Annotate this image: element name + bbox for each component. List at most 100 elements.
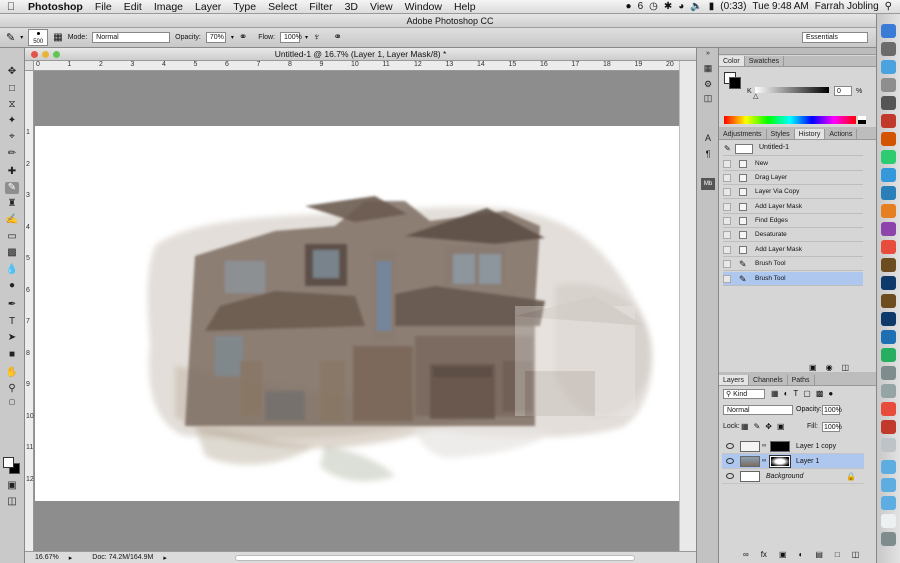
app-icon[interactable] — [881, 420, 896, 434]
system-icon[interactable] — [881, 78, 896, 92]
facetime-icon[interactable] — [881, 150, 896, 164]
menu-select[interactable]: Select — [262, 1, 303, 13]
vertical-ruler[interactable]: 1 2 3 4 5 6 7 8 9 10 11 12 — [25, 71, 34, 551]
color-panel-grip[interactable] — [719, 48, 876, 55]
lasso-tool-icon[interactable]: ⧖ — [5, 99, 19, 111]
layer-row[interactable]: ∞ Layer 1 copy — [722, 439, 864, 454]
k-value-field[interactable]: 0 — [834, 86, 852, 96]
link-layers-icon[interactable]: ∞ — [743, 550, 749, 559]
mini-bridge-strip-icon[interactable]: Mb — [701, 178, 715, 190]
folder-icon[interactable] — [881, 496, 896, 510]
notification-count[interactable]: 6 — [638, 1, 644, 12]
crop-tool-icon[interactable]: ⌖ — [5, 131, 19, 143]
flow-field[interactable]: 100% — [279, 32, 302, 43]
history-item-current[interactable]: ✎ Brush Tool — [723, 272, 863, 286]
bridge-icon[interactable] — [881, 294, 896, 308]
airbrush-icon[interactable]: ♆ — [313, 32, 321, 43]
lock-position-icon[interactable]: ✥ — [765, 422, 772, 431]
app-icon[interactable] — [881, 402, 896, 416]
firefox-icon[interactable] — [881, 204, 896, 218]
menu-file[interactable]: File — [89, 1, 118, 13]
doc-info[interactable]: Doc: 74.2M/164.9M — [92, 554, 153, 561]
menu-view[interactable]: View — [364, 1, 399, 13]
history-item[interactable]: Find Edges — [723, 214, 863, 228]
fill-field[interactable]: 100% — [822, 422, 842, 432]
tab-layers[interactable]: Layers — [719, 375, 750, 385]
quick-mask-icon[interactable]: ▣ — [5, 480, 19, 492]
messages-icon[interactable] — [881, 168, 896, 182]
hand-tool-icon[interactable]: ✋ — [5, 367, 19, 379]
minimize-window-button[interactable] — [42, 51, 49, 58]
tab-swatches[interactable]: Swatches — [745, 56, 785, 66]
history-source-checkbox[interactable] — [723, 203, 731, 211]
opacity-field[interactable]: 70% — [205, 32, 226, 43]
clock-icon[interactable]: ◷ — [649, 1, 658, 12]
layer-mask-thumbnail[interactable] — [770, 441, 790, 452]
app-icon[interactable] — [881, 114, 896, 128]
app-icon[interactable] — [881, 348, 896, 362]
layer-thumbnail[interactable] — [740, 471, 760, 482]
screen-mode-icon[interactable]: ◫ — [5, 496, 19, 508]
paragraph-icon[interactable]: ¶ — [701, 148, 715, 160]
photoshop-icon[interactable] — [881, 276, 896, 290]
new-document-from-state-icon[interactable]: ▣ — [809, 363, 817, 372]
visibility-eye-icon[interactable] — [726, 473, 734, 479]
type-filter-icon[interactable]: T — [793, 389, 798, 398]
close-window-button[interactable] — [31, 51, 38, 58]
menu-layer[interactable]: Layer — [189, 1, 227, 13]
app-icon[interactable] — [881, 222, 896, 236]
history-source-checkbox[interactable] — [723, 246, 731, 254]
safari-icon[interactable] — [881, 60, 896, 74]
layer-row-selected[interactable]: ∞ Layer 1 — [722, 454, 864, 469]
healing-brush-tool-icon[interactable]: ✚ — [5, 166, 19, 178]
layer-row[interactable]: Background 🔒 — [722, 469, 864, 484]
ruler-origin[interactable] — [25, 61, 34, 71]
shape-filter-icon[interactable]: ▢ — [803, 389, 811, 398]
history-item[interactable]: Add Layer Mask — [723, 243, 863, 257]
mini-bridge-icon[interactable]: ▦ — [701, 62, 715, 74]
tab-color[interactable]: Color — [719, 56, 745, 66]
wifi-icon[interactable]: ◕ — [678, 1, 684, 12]
layer-filter-kind[interactable]: ⚲ Kind — [723, 389, 765, 399]
tab-channels[interactable]: Channels — [749, 375, 788, 385]
history-snapshot[interactable]: ✎ Untitled-1 — [723, 142, 863, 156]
document-icon[interactable] — [881, 514, 896, 528]
lock-all-icon[interactable]: ▣ — [777, 422, 785, 431]
default-colors-icon[interactable]: ▢ — [5, 397, 19, 409]
menu-type[interactable]: Type — [227, 1, 262, 13]
tab-adjustments[interactable]: Adjustments — [719, 129, 767, 139]
battery-status[interactable]: (0:33) — [720, 1, 746, 12]
gradient-tool-icon[interactable]: ▩ — [5, 247, 19, 259]
adjustment-layer-icon[interactable]: ◐ — [799, 550, 804, 559]
dodge-tool-icon[interactable]: ● — [5, 280, 19, 292]
marquee-tool-icon[interactable]: □ — [5, 83, 19, 95]
layer-link-icon[interactable]: ∞ — [762, 454, 766, 469]
bridge-icon[interactable] — [881, 258, 896, 272]
history-source-checkbox[interactable] — [723, 217, 731, 225]
doc-info-menu-icon[interactable]: ▸ — [163, 554, 167, 562]
zoom-window-button[interactable] — [53, 51, 60, 58]
history-source-checkbox[interactable] — [723, 275, 731, 283]
tab-styles[interactable]: Styles — [767, 129, 795, 139]
lock-icon[interactable]: 🔒 — [846, 469, 856, 484]
visibility-eye-icon[interactable] — [726, 458, 734, 464]
slider-handle-icon[interactable]: △ — [753, 92, 758, 100]
tab-paths[interactable]: Paths — [788, 375, 815, 385]
pressure-opacity-icon[interactable]: ⚭ — [239, 32, 247, 43]
blend-mode-select[interactable]: Normal — [723, 405, 793, 415]
history-item[interactable]: Drag Layer — [723, 171, 863, 185]
black-white-ramp[interactable] — [858, 116, 866, 124]
app-icon[interactable] — [881, 330, 896, 344]
layer-link-icon[interactable]: ∞ — [762, 439, 766, 454]
color-ramp[interactable] — [724, 116, 856, 124]
creative-cloud-icon[interactable]: ● — [626, 1, 632, 12]
folder-icon[interactable] — [881, 460, 896, 474]
layer-thumbnail[interactable] — [740, 456, 760, 467]
apple-menu-icon[interactable]:  — [0, 1, 22, 13]
character-icon[interactable]: A — [701, 132, 715, 144]
brush-tool-icon[interactable]: ✎ — [5, 182, 19, 194]
eyedropper-tool-icon[interactable]: ✏ — [5, 148, 19, 160]
history-item[interactable]: New — [723, 157, 863, 171]
layer-thumbnail[interactable] — [740, 441, 760, 452]
zoom-level[interactable]: 16.67% — [35, 554, 59, 561]
